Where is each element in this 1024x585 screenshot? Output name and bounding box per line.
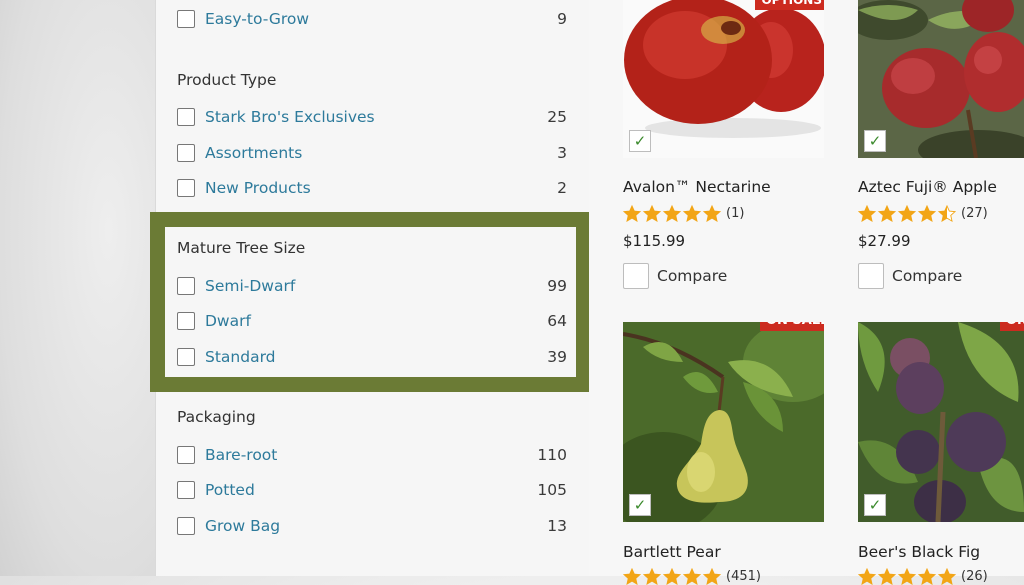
filter-count: 105 <box>537 481 567 499</box>
star-icon <box>683 205 701 222</box>
checkmark-icon[interactable]: ✓ <box>629 130 651 152</box>
filter-semi-dwarf[interactable]: Semi-Dwarf 99 <box>177 274 567 298</box>
rating-stars: (26) <box>858 568 988 585</box>
product-image-pear[interactable]: ON SALE ✓ <box>623 322 824 522</box>
compare-toggle[interactable]: Compare <box>858 263 962 289</box>
product-price: $115.99 <box>623 232 686 250</box>
filter-count: 13 <box>547 517 567 535</box>
checkbox[interactable] <box>177 144 195 162</box>
star-icon <box>858 205 876 222</box>
checkbox[interactable] <box>177 348 195 366</box>
product-name[interactable]: Avalon™ Nectarine <box>623 178 771 196</box>
checkbox[interactable] <box>177 312 195 330</box>
product-name[interactable]: Beer's Black Fig <box>858 543 980 561</box>
review-count: (26) <box>961 569 988 584</box>
compare-checkbox[interactable] <box>623 263 649 289</box>
filter-standard[interactable]: Standard 39 <box>177 345 567 369</box>
filter-label[interactable]: Stark Bro's Exclusives <box>205 108 537 126</box>
product-image-fig[interactable]: ON SALE ✓ <box>858 322 1024 522</box>
filter-label[interactable]: Easy-to-Grow <box>205 10 537 28</box>
review-count: (27) <box>961 206 988 221</box>
rating-stars: (1) <box>623 205 744 222</box>
checkmark-icon[interactable]: ✓ <box>864 494 886 516</box>
checkbox[interactable] <box>177 179 195 197</box>
filter-label[interactable]: New Products <box>205 179 537 197</box>
compare-checkbox[interactable] <box>858 263 884 289</box>
filter-count: 3 <box>557 144 567 162</box>
filter-count: 99 <box>547 277 567 295</box>
sale-badge: OPTIONS <box>755 0 824 10</box>
filter-count: 25 <box>547 108 567 126</box>
checkbox[interactable] <box>177 108 195 126</box>
filter-easy-to-grow[interactable]: Easy-to-Grow 9 <box>177 7 567 31</box>
star-icon <box>703 568 721 585</box>
compare-label[interactable]: Compare <box>892 267 962 285</box>
filter-count: 2 <box>557 179 567 197</box>
product-name[interactable]: Aztec Fuji® Apple <box>858 178 997 196</box>
product-name[interactable]: Bartlett Pear <box>623 543 721 561</box>
rating-stars: (451) <box>623 568 761 585</box>
star-icon <box>938 205 956 222</box>
star-icon <box>878 205 896 222</box>
star-icon <box>898 568 916 585</box>
filter-label[interactable]: Grow Bag <box>205 517 537 535</box>
review-count: (451) <box>726 569 761 584</box>
checkmark-icon[interactable]: ✓ <box>629 494 651 516</box>
sale-badge: ON SALE <box>759 322 824 331</box>
star-icon <box>918 568 936 585</box>
filter-potted[interactable]: Potted 105 <box>177 478 567 502</box>
filter-grow-bag[interactable]: Grow Bag 13 <box>177 514 567 538</box>
page-gutter <box>0 0 155 576</box>
star-icon <box>918 205 936 222</box>
review-count: (1) <box>726 206 745 221</box>
filter-count: 39 <box>547 348 567 366</box>
checkbox[interactable] <box>177 517 195 535</box>
filter-label[interactable]: Assortments <box>205 144 537 162</box>
star-icon <box>858 568 876 585</box>
star-icon <box>898 205 916 222</box>
filter-bare-root[interactable]: Bare-root 110 <box>177 443 567 467</box>
compare-label[interactable]: Compare <box>657 267 727 285</box>
star-icon <box>623 568 641 585</box>
fig-image <box>858 322 1024 522</box>
star-icon <box>703 205 721 222</box>
product-image-apple[interactable]: ✓ <box>858 0 1024 158</box>
compare-toggle[interactable]: Compare <box>623 263 727 289</box>
filter-new-products[interactable]: New Products 2 <box>177 176 567 200</box>
checkmark-icon[interactable]: ✓ <box>864 130 886 152</box>
filter-label[interactable]: Bare-root <box>205 446 537 464</box>
star-icon <box>623 205 641 222</box>
filter-count: 64 <box>547 312 567 330</box>
star-icon <box>643 205 661 222</box>
filter-label[interactable]: Potted <box>205 481 537 499</box>
star-icon <box>938 568 956 585</box>
star-icon <box>663 568 681 585</box>
filter-count: 9 <box>557 10 567 28</box>
sale-badge: ON SALE <box>1000 322 1024 331</box>
product-price: $27.99 <box>858 232 911 250</box>
star-icon <box>878 568 896 585</box>
star-icon <box>663 205 681 222</box>
checkbox[interactable] <box>177 10 195 28</box>
rating-stars: (27) <box>858 205 988 222</box>
mature-tree-size-heading: Mature Tree Size <box>177 239 306 257</box>
checkbox[interactable] <box>177 481 195 499</box>
nectarine-image <box>624 0 824 138</box>
product-type-heading: Product Type <box>177 71 277 89</box>
star-icon <box>643 568 661 585</box>
pear-image <box>623 322 824 522</box>
filter-label[interactable]: Standard <box>205 348 537 366</box>
filter-label[interactable]: Dwarf <box>205 312 537 330</box>
packaging-heading: Packaging <box>177 408 256 426</box>
filter-stark-exclusives[interactable]: Stark Bro's Exclusives 25 <box>177 105 567 129</box>
checkbox[interactable] <box>177 446 195 464</box>
star-icon <box>683 568 701 585</box>
product-image-nectarine[interactable]: OPTIONS ✓ <box>623 0 824 158</box>
checkbox[interactable] <box>177 277 195 295</box>
filter-assortments[interactable]: Assortments 3 <box>177 141 567 165</box>
filter-dwarf[interactable]: Dwarf 64 <box>177 309 567 333</box>
filter-label[interactable]: Semi-Dwarf <box>205 277 537 295</box>
filter-count: 110 <box>537 446 567 464</box>
